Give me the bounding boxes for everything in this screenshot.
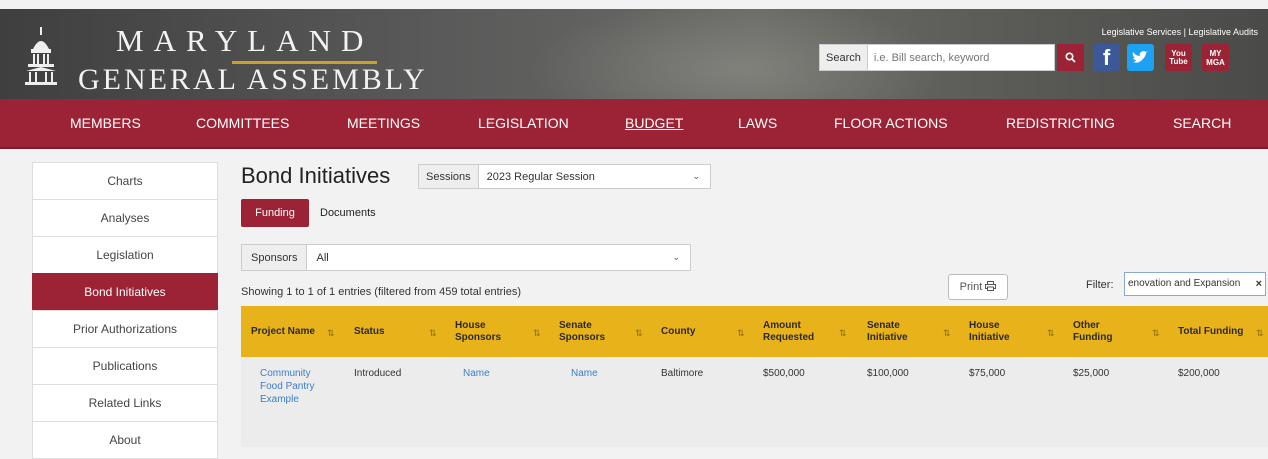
col-status[interactable]: Status	[354, 306, 385, 357]
sponsors-value[interactable]: All	[307, 252, 672, 264]
twitter-icon[interactable]	[1127, 44, 1154, 71]
search-input[interactable]	[867, 50, 1046, 65]
cell-senate-initiative: $100,000	[867, 368, 909, 379]
filter-value[interactable]: enovation and Expansion	[1128, 278, 1240, 289]
youtube-icon[interactable]: You Tube	[1165, 44, 1192, 71]
sidebar-item-prior-authorizations[interactable]: Prior Authorizations	[32, 310, 218, 348]
filter-label: Filter:	[1086, 279, 1114, 291]
sidebar-item-related-links[interactable]: Related Links	[32, 384, 218, 422]
chevron-down-icon[interactable]: ⌄	[672, 252, 690, 263]
sort-icon[interactable]: ⇅	[737, 328, 745, 339]
sort-icon[interactable]: ⇅	[635, 328, 643, 339]
table-row: Community Food Pantry Example Introduced…	[241, 357, 1268, 447]
cell-amount-requested: $500,000	[763, 368, 805, 379]
cell-status: Introduced	[354, 368, 402, 379]
bond-table: Project Name ⇅ Status ⇅ House Sponsors ⇅…	[241, 306, 1268, 447]
page-title: Bond Initiatives	[241, 163, 391, 188]
nav-meetings[interactable]: MEETINGS	[347, 99, 420, 147]
nav-redistricting[interactable]: REDISTRICTING	[1006, 99, 1115, 147]
sort-icon[interactable]: ⇅	[1152, 328, 1160, 339]
col-amount-requested[interactable]: Amount Requested	[763, 306, 823, 357]
my-mga-icon[interactable]: MY MGA	[1202, 44, 1229, 71]
col-house-initiative[interactable]: House Initiative	[969, 306, 1019, 357]
sort-icon[interactable]: ⇅	[1047, 328, 1055, 339]
tab-documents[interactable]: Documents	[320, 199, 376, 227]
nav-committees[interactable]: COMMITTEES	[196, 99, 289, 147]
brand-maryland[interactable]: MARYLAND	[116, 23, 373, 59]
col-senate-initiative[interactable]: Senate Initiative	[867, 306, 917, 357]
cell-total-funding: $200,000	[1178, 368, 1220, 379]
printer-icon	[985, 281, 997, 291]
sort-icon[interactable]: ⇅	[327, 328, 335, 339]
entries-info: Showing 1 to 1 of 1 entries (filtered fr…	[241, 286, 522, 298]
sidebar-item-legislation[interactable]: Legislation	[32, 236, 218, 274]
sidebar-item-bond-initiatives[interactable]: Bond Initiatives	[32, 273, 218, 311]
search-button[interactable]	[1057, 44, 1084, 71]
top-links[interactable]: Legislative Services | Legislative Audit…	[1102, 27, 1258, 37]
search-box: Search	[819, 44, 1055, 71]
sidebar-item-charts[interactable]: Charts	[32, 162, 218, 200]
brand-general-assembly[interactable]: GENERAL ASSEMBLY	[78, 63, 428, 97]
search-label: Search	[820, 45, 868, 70]
nav-legislation[interactable]: LEGISLATION	[478, 99, 569, 147]
col-other-funding[interactable]: Other Funding	[1073, 306, 1123, 357]
sponsors-label: Sponsors	[242, 245, 308, 270]
cell-house-sponsors[interactable]: Name	[463, 367, 490, 380]
cell-house-initiative: $75,000	[969, 368, 1006, 379]
facebook-icon[interactable]: f	[1093, 44, 1120, 71]
nav-laws[interactable]: LAWS	[738, 99, 777, 147]
print-button[interactable]: Print	[948, 274, 1008, 300]
sort-icon[interactable]: ⇅	[429, 328, 437, 339]
main-nav: MEMBERS COMMITTEES MEETINGS LEGISLATION …	[0, 99, 1268, 149]
col-county[interactable]: County	[661, 306, 695, 357]
tab-funding[interactable]: Funding	[241, 199, 309, 227]
capitol-dome-icon[interactable]	[24, 27, 58, 87]
sidebar-item-publications[interactable]: Publications	[32, 347, 218, 385]
filter-input[interactable]: enovation and Expansion ×	[1124, 272, 1266, 296]
sponsors-select[interactable]: Sponsors All ⌄	[241, 244, 691, 271]
sessions-value[interactable]: 2023 Regular Session	[479, 171, 693, 183]
cell-other-funding: $25,000	[1073, 368, 1110, 379]
print-label: Print	[959, 281, 983, 293]
sidebar: Charts Analyses Legislation Bond Initiat…	[32, 162, 218, 459]
sort-icon[interactable]: ⇅	[1256, 328, 1264, 339]
sidebar-item-analyses[interactable]: Analyses	[32, 199, 218, 237]
nav-budget[interactable]: BUDGET	[625, 99, 683, 147]
sidebar-item-about[interactable]: About	[32, 421, 218, 459]
nav-members[interactable]: MEMBERS	[70, 99, 141, 147]
sort-icon[interactable]: ⇅	[839, 328, 847, 339]
col-project-name[interactable]: Project Name	[251, 306, 315, 357]
cell-senate-sponsors[interactable]: Name	[571, 367, 598, 380]
table-header: Project Name ⇅ Status ⇅ House Sponsors ⇅…	[241, 306, 1268, 357]
col-total-funding[interactable]: Total Funding	[1178, 306, 1243, 357]
sort-icon[interactable]: ⇅	[943, 328, 951, 339]
col-senate-sponsors[interactable]: Senate Sponsors	[559, 306, 609, 357]
search-icon	[1065, 52, 1076, 63]
sessions-label: Sessions	[419, 165, 479, 188]
clear-icon[interactable]: ×	[1256, 273, 1262, 295]
col-house-sponsors[interactable]: House Sponsors	[455, 306, 505, 357]
nav-floor-actions[interactable]: FLOOR ACTIONS	[834, 99, 948, 147]
nav-search[interactable]: SEARCH	[1173, 99, 1231, 147]
cell-project-name[interactable]: Community Food Pantry Example	[260, 367, 320, 406]
sort-icon[interactable]: ⇅	[533, 328, 541, 339]
chevron-down-icon[interactable]: ⌄	[692, 171, 710, 182]
cell-county: Baltimore	[661, 368, 704, 379]
sessions-select[interactable]: Sessions 2023 Regular Session ⌄	[418, 164, 711, 189]
